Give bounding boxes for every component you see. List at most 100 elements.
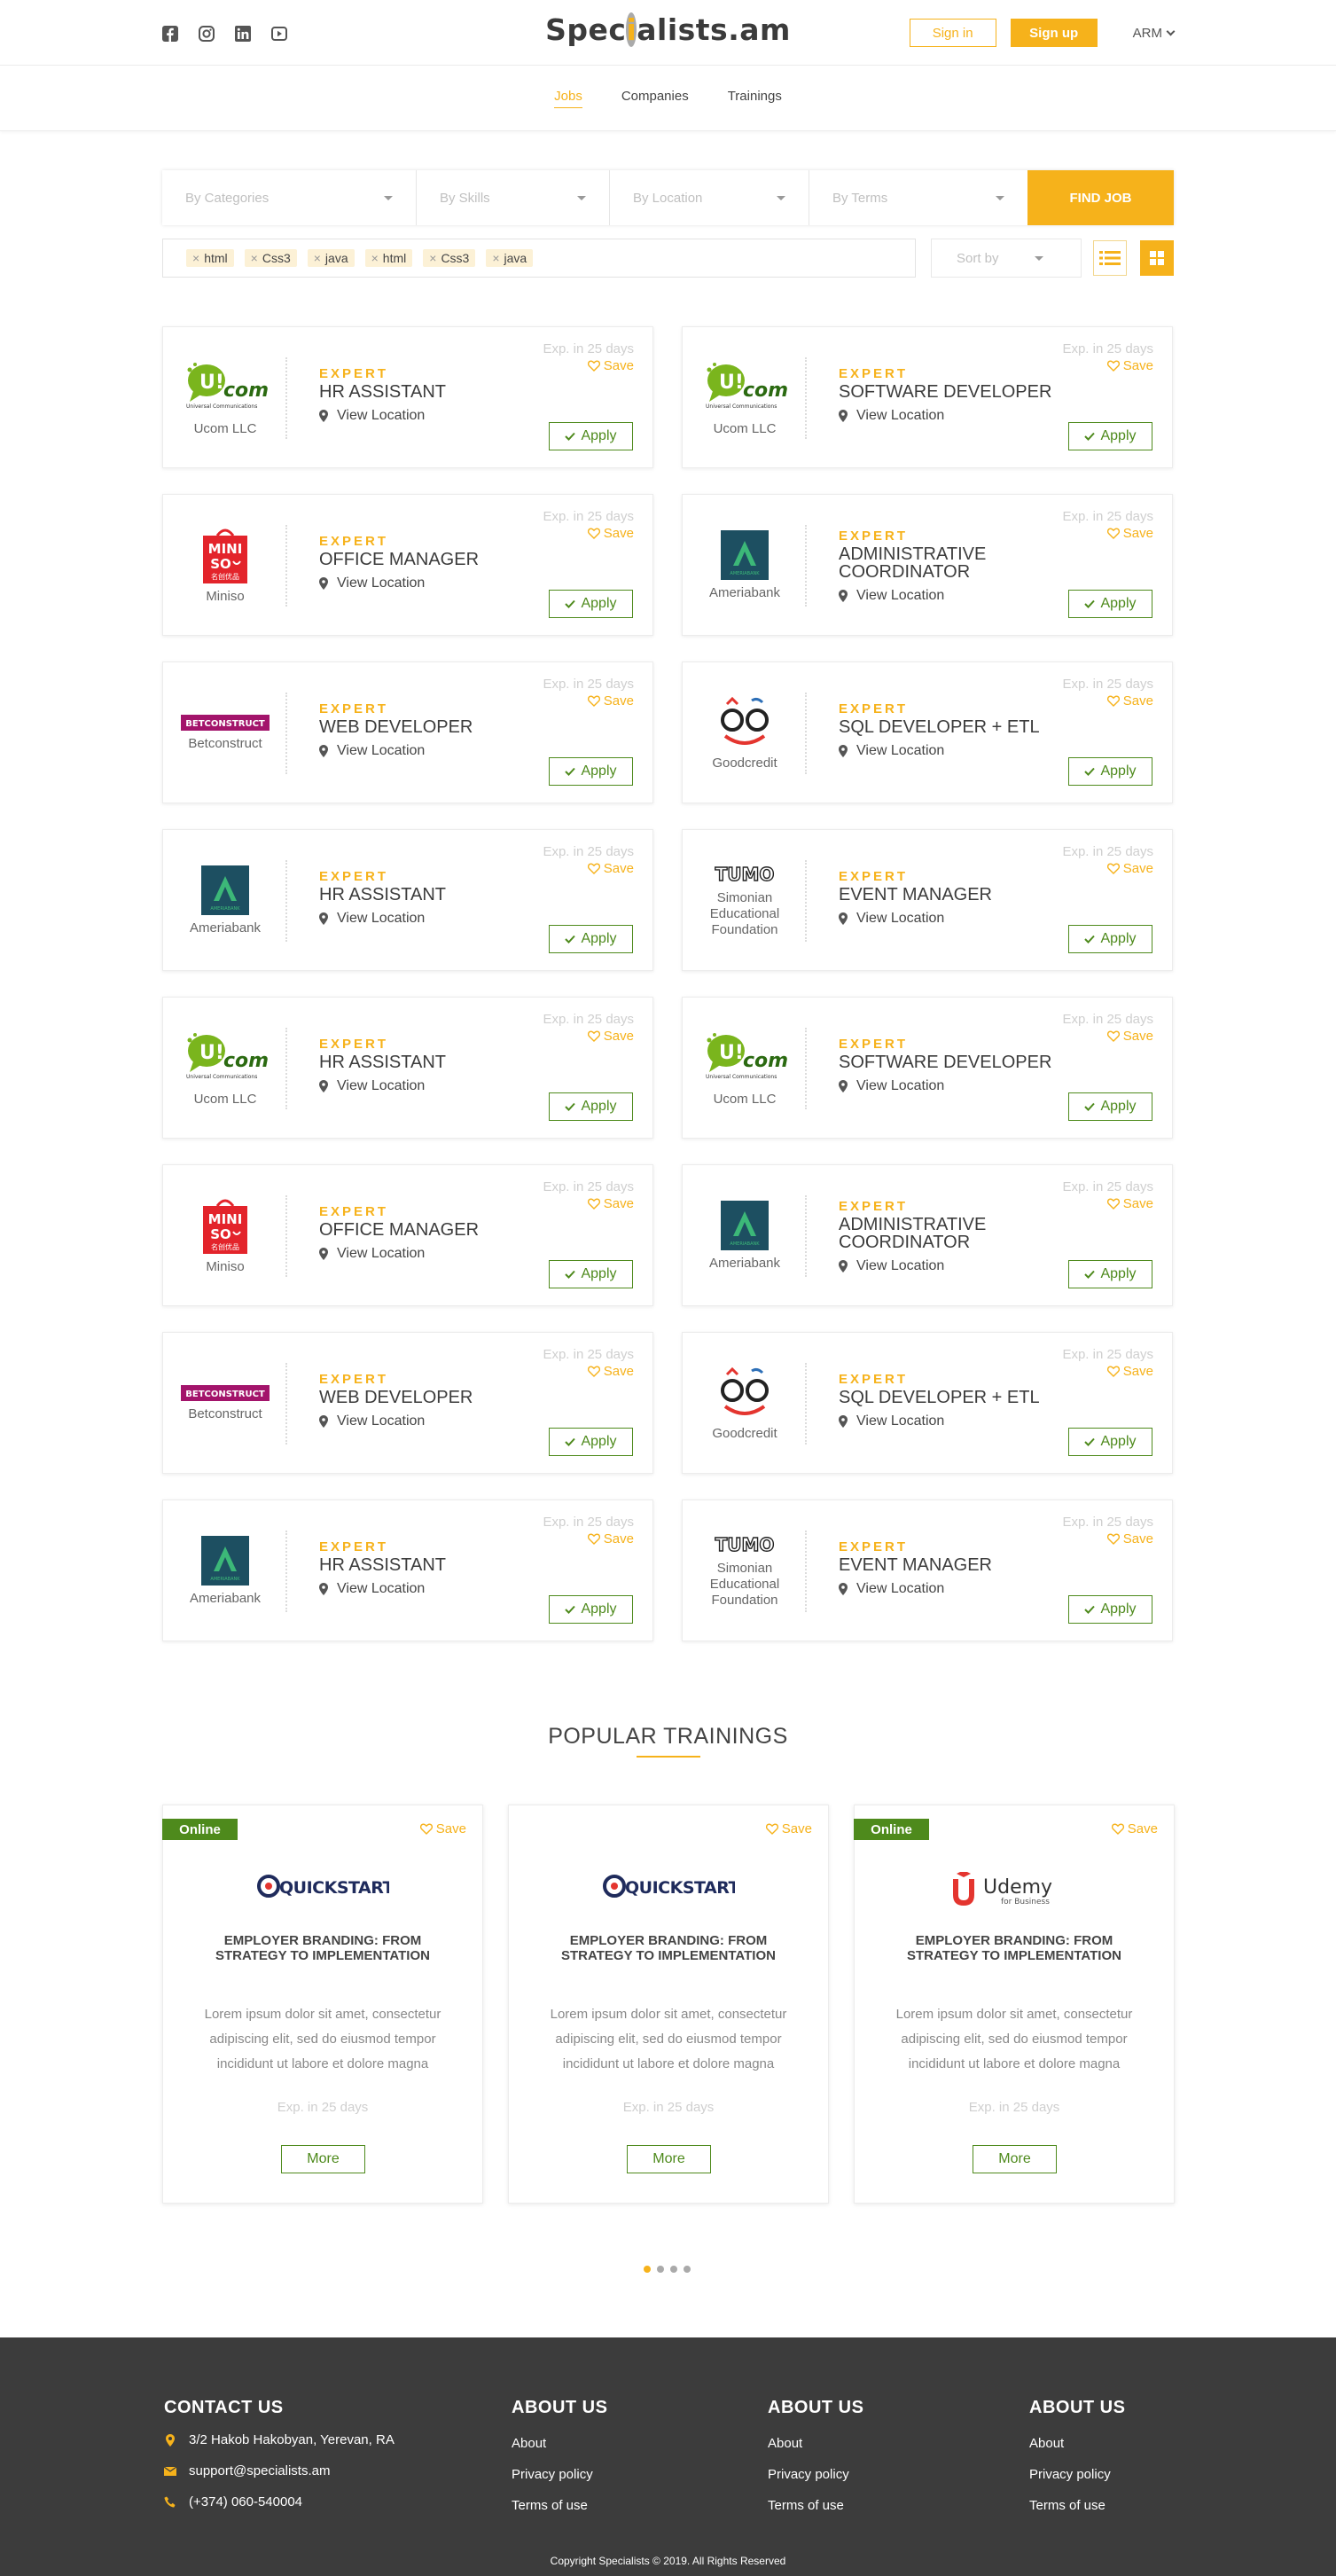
- apply-button[interactable]: Apply: [1068, 925, 1152, 953]
- skill-tags-input[interactable]: × html × Css3 × java × html × Css3 × java: [162, 239, 916, 278]
- company-logo-area[interactable]: U!com com Universal Communications Ucom LLC: [683, 327, 807, 469]
- save-job-button[interactable]: Save: [1106, 1196, 1153, 1211]
- company-logo-area[interactable]: MINI SO 名创优品 Miniso: [163, 1165, 287, 1307]
- apply-button[interactable]: Apply: [1068, 590, 1152, 618]
- save-job-button[interactable]: Save: [587, 358, 634, 373]
- job-title[interactable]: SQL DEVELOPER + ETL: [839, 1389, 1060, 1406]
- save-job-button[interactable]: Save: [587, 1029, 634, 1044]
- more-button[interactable]: More: [281, 2145, 365, 2173]
- apply-button[interactable]: Apply: [1068, 1260, 1152, 1288]
- save-training-button[interactable]: Save: [419, 1821, 466, 1836]
- company-logo-area[interactable]: U!com com Universal Communications Ucom LLC: [163, 327, 287, 469]
- carousel-dot[interactable]: [684, 2266, 691, 2273]
- carousel-dot[interactable]: [657, 2266, 664, 2273]
- apply-button[interactable]: Apply: [549, 757, 633, 786]
- job-title[interactable]: SOFTWARE DEVELOPER: [839, 383, 1060, 401]
- company-logo-area[interactable]: U!com com Universal Communications Ucom LLC: [163, 998, 287, 1139]
- skill-tag[interactable]: × java: [307, 249, 355, 267]
- carousel-dot[interactable]: [644, 2266, 651, 2273]
- view-location-link[interactable]: View Location: [839, 1078, 1060, 1094]
- sign-up-button[interactable]: Sign up: [1010, 19, 1098, 47]
- job-card[interactable]: AMERIABANK Ameriabank EXPERT ADMINISTRATIVE…: [682, 494, 1173, 636]
- view-location-link[interactable]: View Location: [839, 1258, 1060, 1274]
- save-job-button[interactable]: Save: [1106, 861, 1153, 876]
- nav-trainings[interactable]: Trainings: [728, 89, 782, 107]
- remove-tag-icon[interactable]: ×: [492, 251, 499, 265]
- footer-link[interactable]: Terms of use: [512, 2498, 607, 2513]
- training-title[interactable]: EMPLOYER BRANDING: FROM STRATEGY TO IMPL…: [890, 1933, 1138, 1963]
- job-card[interactable]: TUMO Simonian Educational Foundation EXPER…: [682, 829, 1173, 971]
- footer-link[interactable]: About: [768, 2436, 863, 2451]
- view-location-link[interactable]: View Location: [319, 911, 541, 927]
- job-card[interactable]: AMERIABANK Ameriabank EXPERT HR ASSISTANT Vi…: [162, 829, 653, 971]
- apply-button[interactable]: Apply: [549, 1260, 633, 1288]
- view-location-link[interactable]: View Location: [839, 1413, 1060, 1429]
- view-location-link[interactable]: View Location: [319, 743, 541, 759]
- view-location-link[interactable]: View Location: [319, 1078, 541, 1094]
- remove-tag-icon[interactable]: ×: [251, 251, 258, 265]
- language-selector[interactable]: ARM: [1133, 26, 1176, 41]
- remove-tag-icon[interactable]: ×: [371, 251, 379, 265]
- job-title[interactable]: SOFTWARE DEVELOPER: [839, 1053, 1060, 1071]
- job-title[interactable]: WEB DEVELOPER: [319, 1389, 541, 1406]
- footer-link[interactable]: About: [512, 2436, 607, 2451]
- save-job-button[interactable]: Save: [587, 861, 634, 876]
- footer-link[interactable]: Privacy policy: [1029, 2467, 1125, 2482]
- company-logo-area[interactable]: AMERIABANK Ameriabank: [683, 495, 807, 637]
- save-job-button[interactable]: Save: [587, 693, 634, 709]
- company-logo-area[interactable]: MINI SO 名创优品 Miniso: [163, 495, 287, 637]
- apply-button[interactable]: Apply: [549, 590, 633, 618]
- location-dropdown[interactable]: By Location: [610, 170, 809, 225]
- job-title[interactable]: ADMINISTRATIVE COORDINATOR: [839, 1216, 1060, 1251]
- company-logo-area[interactable]: AMERIABANK Ameriabank: [163, 1500, 287, 1642]
- sort-dropdown[interactable]: Sort by: [931, 239, 1082, 278]
- apply-button[interactable]: Apply: [1068, 422, 1152, 450]
- footer-link[interactable]: Privacy policy: [768, 2467, 863, 2482]
- save-job-button[interactable]: Save: [1106, 1029, 1153, 1044]
- training-card[interactable]: Online Save Udemy for Business EMPLOYER BRAN…: [854, 1805, 1175, 2204]
- more-button[interactable]: More: [627, 2145, 711, 2173]
- save-job-button[interactable]: Save: [587, 1531, 634, 1546]
- job-card[interactable]: MINI SO 名创优品 Miniso EXPERT OFFICE MANAGER View…: [162, 494, 653, 636]
- nav-companies[interactable]: Companies: [621, 89, 689, 107]
- job-card[interactable]: MINI SO 名创优品 Miniso EXPERT OFFICE MANAGER View…: [162, 1164, 653, 1306]
- job-title[interactable]: EVENT MANAGER: [839, 886, 1060, 904]
- footer-link[interactable]: About: [1029, 2436, 1125, 2451]
- job-title[interactable]: HR ASSISTANT: [319, 886, 541, 904]
- job-card[interactable]: U!com com Universal Communications Ucom LLC…: [682, 326, 1173, 468]
- job-card[interactable]: U!com com Universal Communications Ucom LLC…: [682, 997, 1173, 1139]
- sign-in-button[interactable]: Sign in: [909, 19, 996, 47]
- footer-phone[interactable]: (+374) 060-540004: [164, 2494, 395, 2509]
- company-logo-area[interactable]: Goodcredit: [683, 662, 807, 804]
- apply-button[interactable]: Apply: [549, 422, 633, 450]
- view-location-link[interactable]: View Location: [319, 408, 541, 424]
- apply-button[interactable]: Apply: [1068, 1428, 1152, 1456]
- save-job-button[interactable]: Save: [1106, 358, 1153, 373]
- view-location-link[interactable]: View Location: [319, 1413, 541, 1429]
- view-location-link[interactable]: View Location: [839, 911, 1060, 927]
- training-card[interactable]: Online Save QUICKSTART EMPLOYER BRANDING: F…: [162, 1805, 483, 2204]
- find-job-button[interactable]: FIND JOB: [1027, 170, 1174, 225]
- save-job-button[interactable]: Save: [587, 1196, 634, 1211]
- view-location-link[interactable]: View Location: [839, 743, 1060, 759]
- company-logo-area[interactable]: AMERIABANK Ameriabank: [683, 1165, 807, 1307]
- apply-button[interactable]: Apply: [549, 1595, 633, 1624]
- job-title[interactable]: HR ASSISTANT: [319, 1556, 541, 1574]
- job-card[interactable]: U!com com Universal Communications Ucom LLC…: [162, 997, 653, 1139]
- skill-tag[interactable]: × Css3: [244, 249, 297, 267]
- save-job-button[interactable]: Save: [1106, 693, 1153, 709]
- job-card[interactable]: Goodcredit EXPERT SQL DEVELOPER + ETL View …: [682, 1332, 1173, 1474]
- view-location-link[interactable]: View Location: [319, 575, 541, 591]
- apply-button[interactable]: Apply: [1068, 757, 1152, 786]
- job-title[interactable]: OFFICE MANAGER: [319, 1221, 541, 1239]
- company-logo-area[interactable]: BETCONSTRUCT Betconstruct: [163, 662, 287, 804]
- job-card[interactable]: AMERIABANK Ameriabank EXPERT HR ASSISTANT Vi…: [162, 1499, 653, 1641]
- job-title[interactable]: SQL DEVELOPER + ETL: [839, 718, 1060, 736]
- save-job-button[interactable]: Save: [1106, 1364, 1153, 1379]
- footer-link[interactable]: Terms of use: [1029, 2498, 1125, 2513]
- more-button[interactable]: More: [973, 2145, 1057, 2173]
- save-training-button[interactable]: Save: [1111, 1821, 1158, 1836]
- remove-tag-icon[interactable]: ×: [192, 251, 199, 265]
- job-title[interactable]: HR ASSISTANT: [319, 1053, 541, 1071]
- skills-dropdown[interactable]: By Skills: [417, 170, 610, 225]
